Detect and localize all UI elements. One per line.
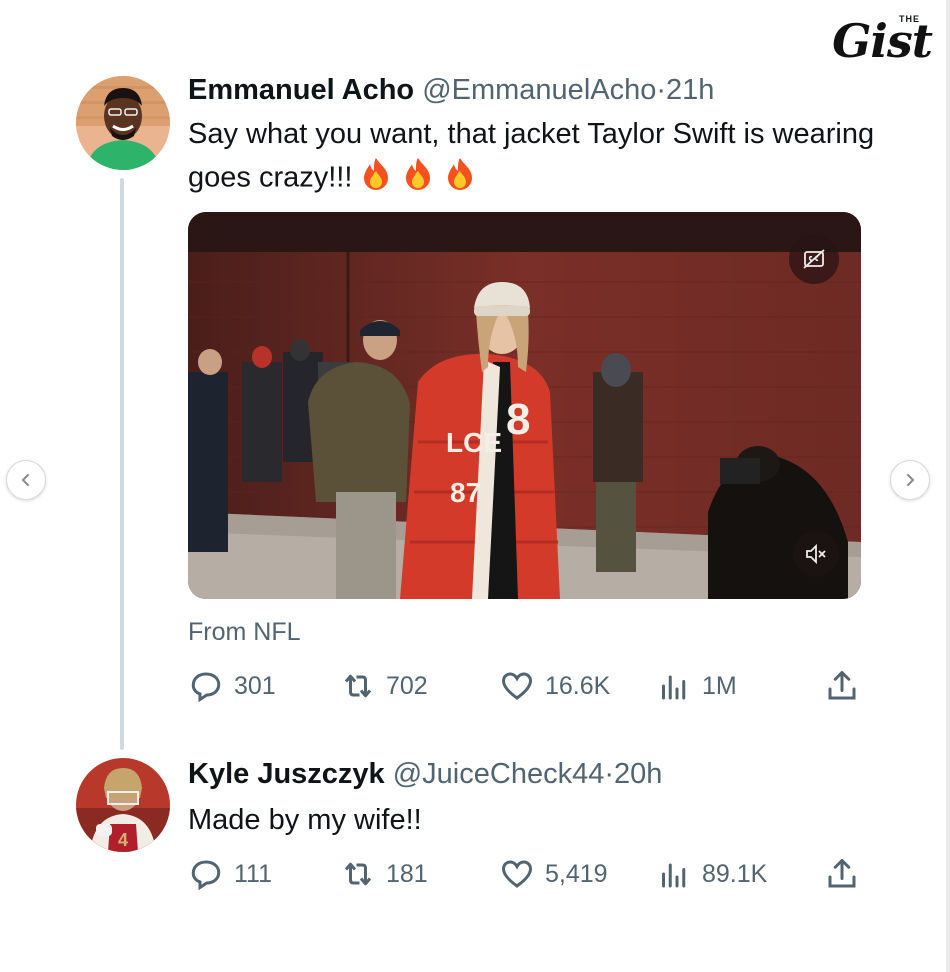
fire-icon — [400, 155, 436, 203]
repost-count: 181 — [386, 859, 428, 888]
brand-the: THE — [899, 14, 920, 24]
timestamp[interactable]: 21h — [666, 74, 714, 106]
share-icon — [828, 671, 856, 700]
tweet-body: Say what you want, that jacket Taylor Sw… — [188, 118, 875, 194]
views-icon — [662, 863, 686, 888]
like-icon — [501, 672, 533, 700]
avatar-emmanuel-acho[interactable] — [76, 76, 170, 170]
frame-edge — [946, 0, 950, 972]
chevron-left-icon — [21, 474, 29, 486]
author-handle[interactable]: @EmmanuelAcho — [422, 74, 656, 106]
like-icon — [501, 860, 533, 888]
reply-button[interactable]: 111 — [188, 854, 272, 894]
share-button[interactable] — [824, 854, 870, 894]
views-count: 1M — [702, 671, 737, 700]
mute-icon — [806, 543, 826, 565]
reply-button[interactable]: 301 — [188, 666, 276, 706]
repost-button[interactable]: 181 — [340, 854, 428, 894]
repost-count: 702 — [386, 671, 428, 700]
carousel-prev-button[interactable] — [6, 460, 46, 500]
tweet-actions: 301 702 16.6K 1M — [188, 666, 868, 706]
separator: · — [604, 758, 615, 790]
views-count: 89.1K — [702, 859, 768, 888]
timestamp[interactable]: 20h — [614, 758, 662, 790]
thread-line — [120, 178, 124, 750]
views-icon — [662, 675, 686, 700]
like-button[interactable]: 5,419 — [499, 854, 608, 894]
share-button[interactable] — [824, 666, 870, 706]
captions-button[interactable] — [789, 234, 839, 284]
author-name[interactable]: Kyle Juszczyk — [188, 758, 385, 790]
tweet-header: Kyle Juszczyk @JuiceCheck44·20h — [188, 758, 662, 791]
repost-button[interactable]: 702 — [340, 666, 428, 706]
author-handle[interactable]: @JuiceCheck44 — [393, 758, 605, 790]
repost-icon — [344, 862, 372, 886]
source-label: From NFL — [188, 618, 301, 646]
svg-text:4: 4 — [118, 830, 128, 850]
fire-icon — [442, 155, 478, 203]
chevron-right-icon — [907, 474, 915, 486]
jacket-lettering: LCE — [446, 427, 502, 458]
views-button[interactable]: 1M — [656, 666, 737, 706]
tweet-header: Emmanuel Acho @EmmanuelAcho·21h — [188, 74, 714, 107]
avatar-kyle-juszczyk[interactable]: 4 — [76, 758, 170, 852]
reply-icon — [191, 860, 221, 891]
like-count: 5,419 — [545, 859, 608, 888]
mute-button[interactable] — [793, 531, 839, 577]
tweet-text: Say what you want, that jacket Taylor Sw… — [188, 113, 888, 203]
reply-icon — [191, 672, 221, 703]
author-name[interactable]: Emmanuel Acho — [188, 74, 414, 106]
separator: · — [656, 74, 667, 106]
carousel-next-button[interactable] — [890, 460, 930, 500]
tweet-actions: 111 181 5,419 89.1K — [188, 854, 868, 894]
jacket-big-number: 8 — [506, 395, 530, 444]
like-count: 16.6K — [545, 671, 611, 700]
video-player[interactable]: LCE 87 8 — [188, 212, 861, 599]
fire-icon — [358, 155, 394, 203]
share-icon — [828, 859, 856, 888]
brand-logo: Gist THE — [792, 8, 933, 68]
tweet-text: Made by my wife!! — [188, 804, 422, 836]
like-button[interactable]: 16.6K — [499, 666, 610, 706]
views-button[interactable]: 89.1K — [656, 854, 767, 894]
reply-count: 301 — [234, 671, 276, 700]
repost-icon — [344, 674, 372, 698]
reply-count: 111 — [234, 859, 273, 888]
jacket-number: 87 — [450, 477, 481, 508]
captions-icon — [803, 249, 825, 269]
